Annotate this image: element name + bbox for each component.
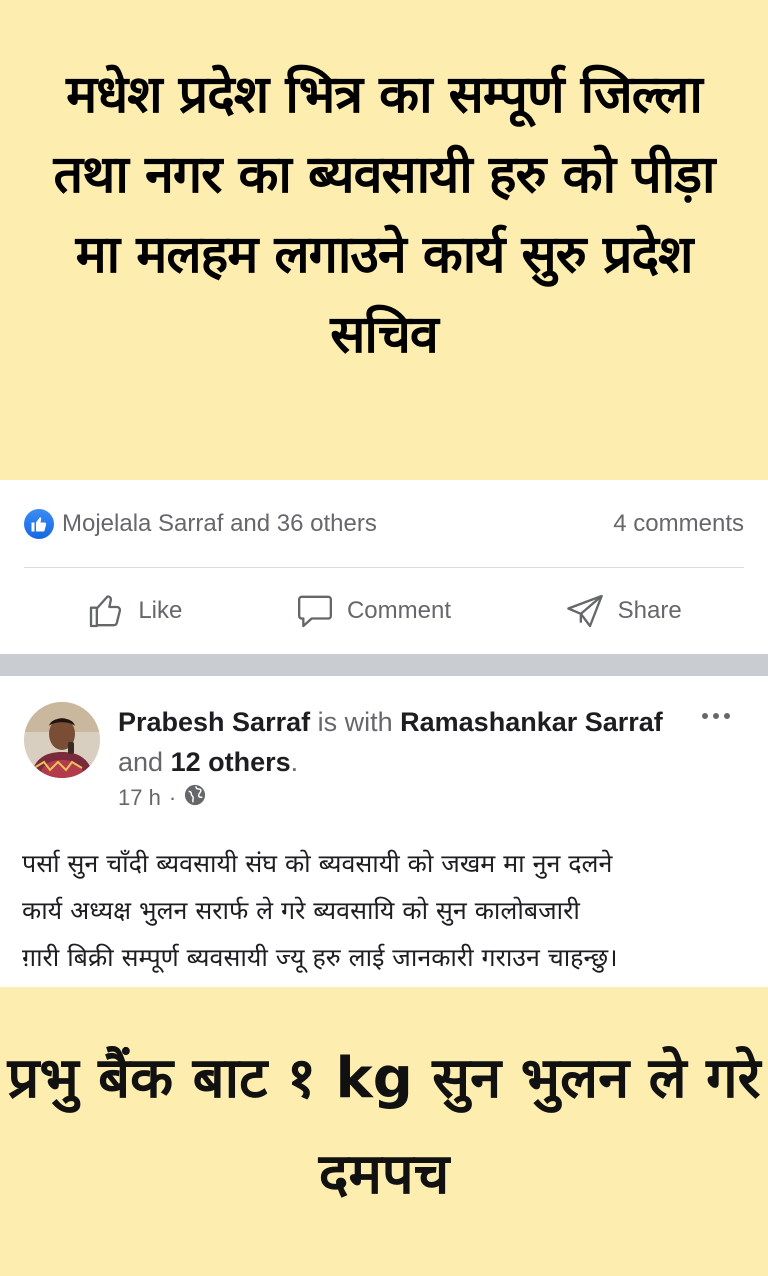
reactions-summary[interactable]: Mojelala Sarraf and 36 others — [24, 509, 377, 539]
post-author-line: Prabesh Sarraf is with Ramashankar Sarra… — [118, 702, 678, 782]
post-body-line: कार्य अध्यक्ष भुलन सरार्फ ले गरे ब्यवसाय… — [22, 896, 580, 925]
action-bar: Like Comment Share — [0, 568, 768, 654]
and-text: and — [118, 747, 171, 777]
post-time[interactable]: 17 h — [118, 785, 161, 811]
comment-bubble-icon — [295, 591, 335, 631]
like-button[interactable]: Like — [86, 591, 182, 631]
post-body-line: पर्सा सुन चाँदी ब्यवसायी संघ को ब्यवसायी… — [22, 849, 613, 878]
globe-icon — [184, 784, 206, 812]
comments-count[interactable]: 4 comments — [613, 510, 744, 538]
thumbs-up-icon — [86, 591, 126, 631]
like-bubble-icon — [24, 509, 54, 539]
like-label: Like — [138, 597, 183, 624]
comment-label: Comment — [346, 597, 451, 624]
share-arrow-icon — [564, 591, 606, 631]
headline-banner: मधेश प्रदेश भित्र का सम्पूर्ण जिल्ला तथा… — [0, 0, 768, 480]
comment-button[interactable]: Comment — [295, 591, 451, 631]
banner-headline: मधेश प्रदेश भित्र का सम्पूर्ण जिल्ला तथा… — [53, 65, 716, 365]
reactions-bar: Mojelala Sarraf and 36 others 4 comments — [0, 480, 768, 568]
feed-separator — [0, 654, 768, 676]
tagged-others[interactable]: 12 others — [171, 747, 291, 777]
image-headline: प्रभु बैंक बाट १ kg सुन भुलन ले गरे दमपच — [7, 1045, 761, 1207]
post-meta: 17 h · — [118, 784, 206, 812]
post-header: Prabesh Sarraf is with Ramashankar Sarra… — [0, 676, 768, 826]
post-image-banner[interactable]: प्रभु बैंक बाट १ kg सुन भुलन ले गरे दमपच — [0, 987, 768, 1276]
more-options-icon[interactable] — [696, 706, 736, 726]
share-button[interactable]: Share — [564, 591, 682, 631]
with-text: is with — [310, 707, 401, 737]
post-body: पर्सा सुन चाँदी ब्यवसायी संघ को ब्यवसायी… — [22, 840, 752, 981]
avatar[interactable] — [24, 702, 100, 778]
author-name[interactable]: Prabesh Sarraf — [118, 707, 310, 737]
share-label: Share — [617, 597, 682, 624]
period: . — [290, 747, 299, 777]
post-body-line: ग़ारी बिक्री सम्पूर्ण ब्यवसायी ज्यू हरु … — [22, 943, 618, 972]
tagged-name[interactable]: Ramashankar Sarraf — [400, 707, 663, 737]
meta-dot: · — [168, 785, 177, 810]
reactions-text: Mojelala Sarraf and 36 others — [62, 510, 377, 537]
